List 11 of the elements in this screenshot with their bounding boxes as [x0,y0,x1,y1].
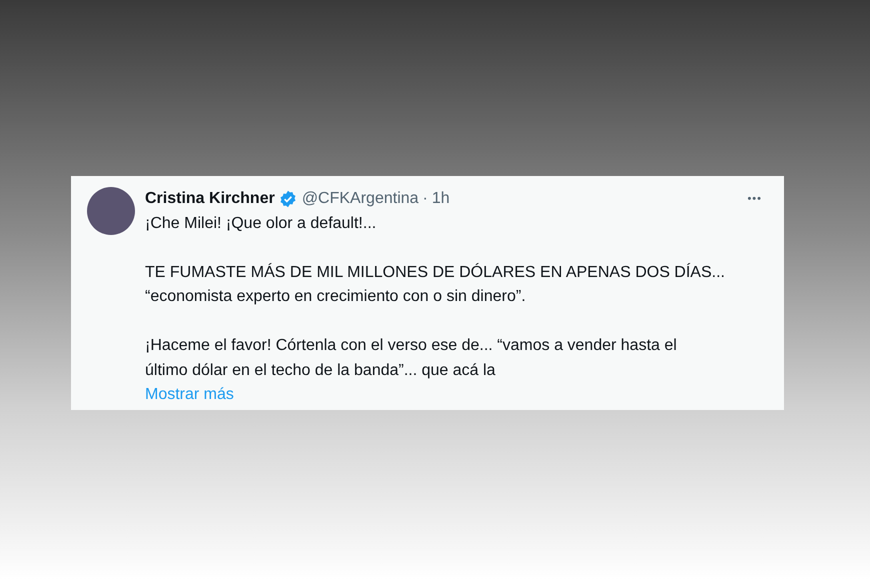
separator-dot: · [422,189,428,209]
author-handle[interactable]: @CFKArgentina [302,187,419,212]
author-name[interactable]: Cristina Kirchner [145,187,275,212]
post-time[interactable]: 1h [432,187,450,212]
more-options-button[interactable]: ••• [747,187,762,212]
post-text-line: ¡Che Milei! ¡Que olor a default!... [145,214,378,234]
post-text-line: “economista experto en crecimiento con o sin dinero”. [145,287,527,307]
post-text-line: TE FUMASTE MÁS DE MIL MILLONES DE DÓLARES EN APENAS DOS DÍAS... [145,262,726,282]
post-text-line: último dólar en el techo de la banda”... que acá la [145,360,496,380]
avatar[interactable] [87,187,135,235]
post-text-line: ¡Haceme el favor! Córtenla con el verso ese de... “vamos a vender hasta el [145,336,678,356]
